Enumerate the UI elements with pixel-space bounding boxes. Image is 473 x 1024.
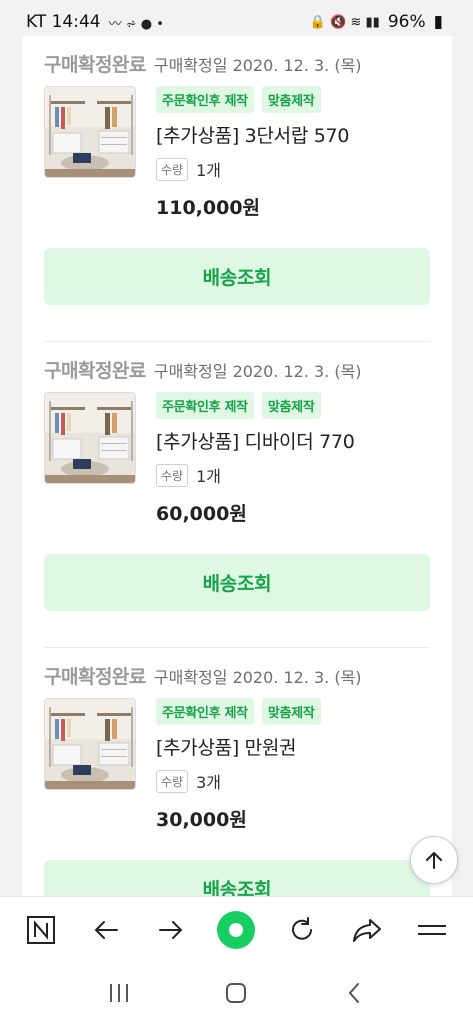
badge-custom-made: 맞춤제작: [261, 698, 321, 725]
order-card: 구매확정완료 구매확정일 2020. 12. 3. (목) 주문확인후 제작 맞…: [22, 648, 452, 896]
order-status: 구매확정완료: [44, 666, 146, 688]
browser-toolbar: [0, 896, 473, 962]
quantity-label: 수량: [156, 157, 189, 181]
product-name[interactable]: [추가상품] 만원권: [156, 733, 430, 760]
system-status-icons: 🔒 🔇 ≋ ▮▮: [309, 14, 380, 30]
home-icon[interactable]: [211, 973, 261, 1013]
scroll-top-button[interactable]: [410, 836, 458, 884]
confirm-date: 구매확정일 2020. 12. 3. (목): [153, 56, 362, 75]
confirm-date: 구매확정일 2020. 12. 3. (목): [153, 362, 362, 381]
product-price: 60,000원: [156, 503, 247, 525]
refresh-icon[interactable]: [280, 908, 324, 952]
product-thumbnail[interactable]: [44, 86, 136, 178]
time-text: KT 14:44: [26, 12, 101, 32]
badge-made-to-order: 주문확인후 제작: [156, 698, 254, 725]
battery-text: 96%: [387, 12, 426, 32]
green-dot-home-icon[interactable]: [214, 908, 258, 952]
notification-icons: 〰 ⩫ ● •: [108, 16, 164, 32]
quantity-value: 3개: [196, 773, 221, 792]
product-name[interactable]: [추가상품] 디바이더 770: [156, 427, 430, 454]
order-list: 구매확정완료 구매확정일 2020. 12. 3. (목) 주문확인후 제작 맞…: [22, 36, 452, 896]
quantity-label: 수량: [156, 463, 189, 487]
order-status: 구매확정완료: [44, 54, 146, 76]
product-thumbnail[interactable]: [44, 392, 136, 484]
quantity-value: 1개: [196, 161, 221, 180]
track-delivery-button[interactable]: 배송조회: [44, 554, 430, 611]
order-card: 구매확정완료 구매확정일 2020. 12. 3. (목) 주문확인후 제작 맞…: [22, 342, 452, 611]
track-delivery-button[interactable]: 배송조회: [44, 860, 430, 896]
product-price: 110,000원: [156, 197, 261, 219]
track-delivery-button[interactable]: 배송조회: [44, 248, 430, 305]
badge-custom-made: 맞춤제작: [261, 392, 321, 419]
share-icon[interactable]: [345, 908, 389, 952]
forward-arrow-icon[interactable]: [149, 908, 193, 952]
naver-n-icon[interactable]: [19, 908, 63, 952]
product-price: 30,000원: [156, 809, 247, 831]
badge-made-to-order: 주문확인후 제작: [156, 86, 254, 113]
order-card: 구매확정완료 구매확정일 2020. 12. 3. (목) 주문확인후 제작 맞…: [22, 36, 452, 305]
menu-icon[interactable]: [410, 908, 454, 952]
order-status: 구매확정완료: [44, 360, 146, 382]
product-name[interactable]: [추가상품] 3단서랍 570: [156, 121, 430, 148]
back-arrow-icon[interactable]: [84, 908, 128, 952]
arrow-up-icon: [426, 852, 442, 869]
quantity-value: 1개: [196, 467, 221, 486]
product-thumbnail[interactable]: [44, 698, 136, 790]
back-icon[interactable]: [329, 973, 379, 1013]
quantity-label: 수량: [156, 769, 189, 793]
system-nav-bar: [0, 962, 473, 1024]
recent-apps-icon[interactable]: [94, 973, 144, 1013]
badge-custom-made: 맞춤제작: [261, 86, 321, 113]
battery-icon: ▮: [433, 12, 443, 32]
confirm-date: 구매확정일 2020. 12. 3. (목): [153, 668, 362, 687]
badge-made-to-order: 주문확인후 제작: [156, 392, 254, 419]
